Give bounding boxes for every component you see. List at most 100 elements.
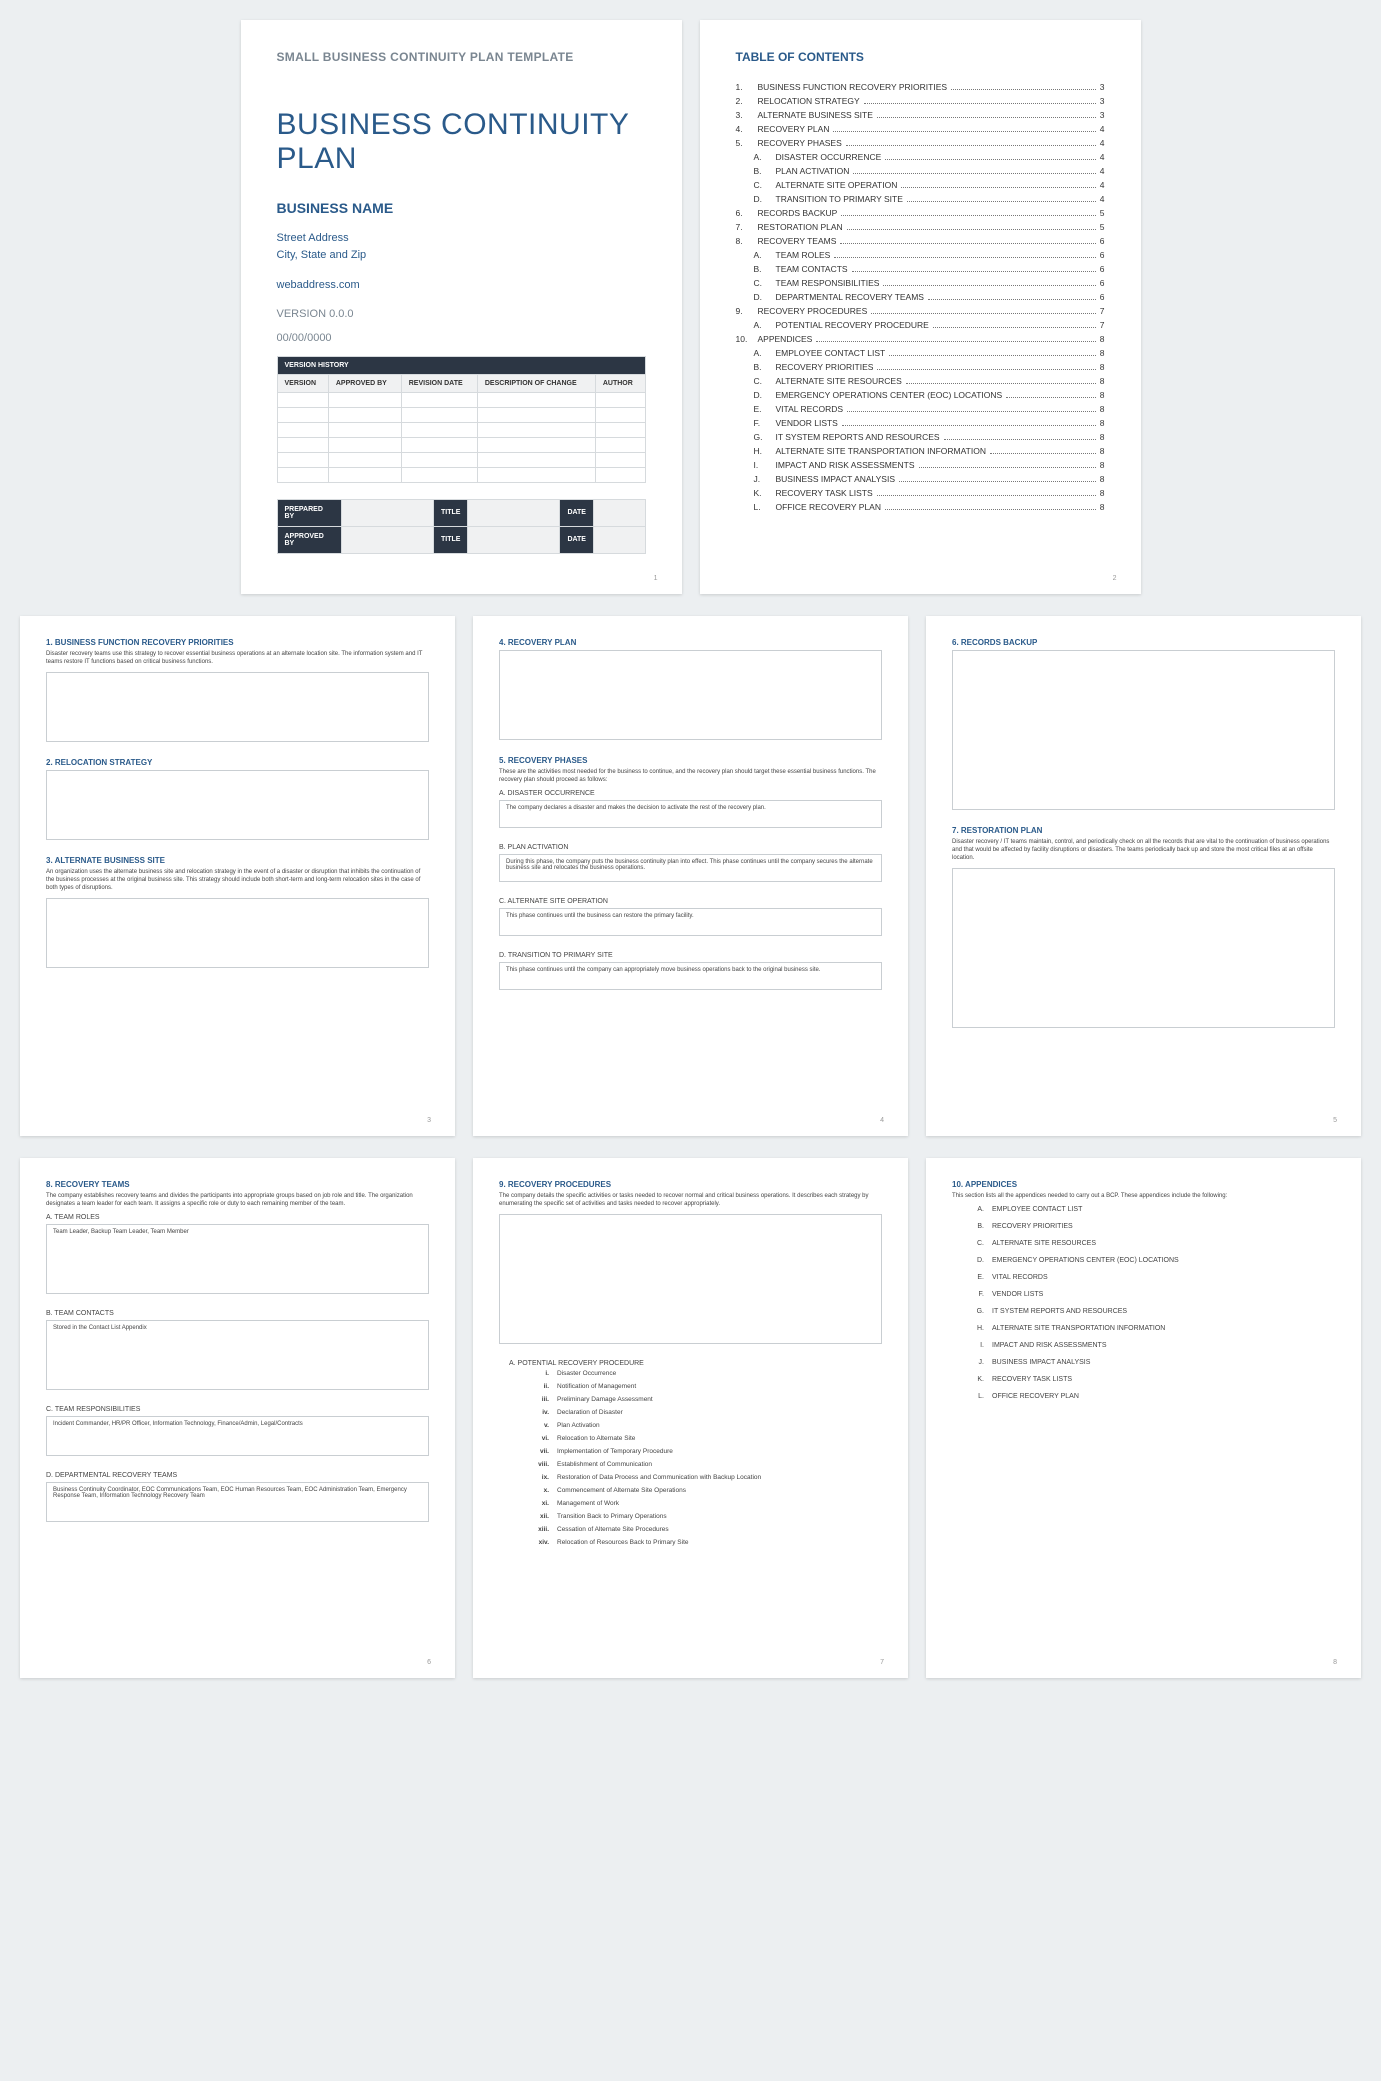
toc-subitem: B.TEAM CONTACTS6 xyxy=(754,264,1105,274)
list-index: ix. xyxy=(527,1474,549,1481)
appendix-item: G.IT SYSTEM REPORTS AND RESOURCES xyxy=(966,1308,1335,1315)
toc-label: RECOVERY PROCEDURES xyxy=(758,306,868,316)
toc-subitem: B.PLAN ACTIVATION4 xyxy=(754,166,1105,176)
toc-page: 8 xyxy=(1100,404,1105,414)
p7a-h: A. POTENTIAL RECOVERY PROCEDURE xyxy=(509,1360,882,1367)
toc-dots xyxy=(907,201,1096,202)
toc-index: H. xyxy=(754,446,776,456)
sec9-heading: 9. RECOVERY PROCEDURES xyxy=(499,1180,882,1189)
sec5-heading: 5. RECOVERY PHASES xyxy=(499,756,882,765)
toc-item: 6.RECORDS BACKUP5 xyxy=(736,208,1105,218)
sec1-heading: 1. BUSINESS FUNCTION RECOVERY PRIORITIES xyxy=(46,638,429,647)
toc-subitem: A.EMPLOYEE CONTACT LIST8 xyxy=(754,348,1105,358)
page-number: 6 xyxy=(427,1659,431,1666)
toc-index: 5. xyxy=(736,138,758,148)
toc-index: C. xyxy=(754,278,776,288)
appendix-item: J.BUSINESS IMPACT ANALYSIS xyxy=(966,1359,1335,1366)
vh-col-approved: APPROVED BY xyxy=(328,374,401,392)
toc-item: 10.APPENDICES8 xyxy=(736,334,1105,344)
toc-dots xyxy=(877,369,1095,370)
toc-label: RECOVERY PHASES xyxy=(758,138,842,148)
toc-index: G. xyxy=(754,432,776,442)
vh-col-revdate: REVISION DATE xyxy=(401,374,477,392)
procedure-item: xi. Management of Work xyxy=(527,1500,882,1507)
toc-page: 4 xyxy=(1100,138,1105,148)
toc-subitem: C.ALTERNATE SITE RESOURCES8 xyxy=(754,376,1105,386)
toc-dots xyxy=(885,159,1095,160)
toc-dots xyxy=(840,243,1095,244)
toc-heading: TABLE OF CONTENTS xyxy=(736,50,1105,64)
procedure-item: iv.Declaration of Disaster xyxy=(527,1409,882,1416)
toc-page: 8 xyxy=(1100,390,1105,400)
toc-dots xyxy=(847,411,1096,412)
toc-page: 4 xyxy=(1100,152,1105,162)
toc-dots xyxy=(853,173,1095,174)
toc-label: ALTERNATE SITE OPERATION xyxy=(776,180,898,190)
procedure-item: vi.Relocation to Alternate Site xyxy=(527,1435,882,1442)
toc-index: K. xyxy=(754,488,776,498)
sec3-box xyxy=(46,898,429,968)
toc-page: 5 xyxy=(1100,208,1105,218)
toc-label: OFFICE RECOVERY PLAN xyxy=(776,502,882,512)
sec8-text: The company establishes recovery teams a… xyxy=(46,1192,429,1208)
list-text: Transition Back to Primary Operations xyxy=(557,1513,667,1520)
toc-dots xyxy=(906,383,1096,384)
page-number: 1 xyxy=(654,575,658,582)
toc-label: RECOVERY PRIORITIES xyxy=(776,362,874,372)
toc-page: 6 xyxy=(1100,278,1105,288)
list-index: B. xyxy=(966,1223,984,1230)
appendix-item: K.RECOVERY TASK LISTS xyxy=(966,1376,1335,1383)
procedure-item: iii.Preliminary Damage Assessment xyxy=(527,1396,882,1403)
list-index: iv. xyxy=(527,1409,549,1416)
list-index: xii. xyxy=(527,1513,549,1520)
appendix-item: I.IMPACT AND RISK ASSESSMENTS xyxy=(966,1342,1335,1349)
p4d-h: D. TRANSITION TO PRIMARY SITE xyxy=(499,952,882,959)
toc-item: 2.RELOCATION STRATEGY3 xyxy=(736,96,1105,106)
toc-page: 8 xyxy=(1100,460,1105,470)
page-7: 9. RECOVERY PROCEDURES The company detai… xyxy=(473,1158,908,1678)
toc-page: 8 xyxy=(1100,348,1105,358)
toc-index: A. xyxy=(754,250,776,260)
list-text: Management of Work xyxy=(557,1500,619,1507)
list-index: vi. xyxy=(527,1435,549,1442)
toc-item: 9.RECOVERY PROCEDURES7 xyxy=(736,306,1105,316)
p4c-box: This phase continues until the business … xyxy=(499,908,882,936)
toc-dots xyxy=(852,271,1096,272)
sec6-box xyxy=(952,650,1335,810)
toc-index: L. xyxy=(754,502,776,512)
toc-subitem: D.EMERGENCY OPERATIONS CENTER (EOC) LOCA… xyxy=(754,390,1105,400)
toc-dots xyxy=(885,509,1096,510)
toc-label: PLAN ACTIVATION xyxy=(776,166,850,176)
toc-subitem: E.VITAL RECORDS8 xyxy=(754,404,1105,414)
toc-dots xyxy=(833,131,1095,132)
toc-dots xyxy=(944,439,1096,440)
toc-page: 8 xyxy=(1100,362,1105,372)
sec3-heading: 3. ALTERNATE BUSINESS SITE xyxy=(46,856,429,865)
toc-index: F. xyxy=(754,418,776,428)
list-index: xi. xyxy=(527,1500,549,1507)
list-index: v. xyxy=(527,1422,549,1429)
toc-label: TEAM CONTACTS xyxy=(776,264,848,274)
toc-dots xyxy=(864,103,1096,104)
list-text: IMPACT AND RISK ASSESSMENTS xyxy=(992,1342,1107,1349)
page-number: 8 xyxy=(1333,1659,1337,1666)
vh-col-desc: DESCRIPTION OF CHANGE xyxy=(477,374,595,392)
toc-page: 4 xyxy=(1100,166,1105,176)
p4a-box: The company declares a disaster and make… xyxy=(499,800,882,828)
toc-page: 8 xyxy=(1100,432,1105,442)
toc-page: 6 xyxy=(1100,236,1105,246)
toc-index: A. xyxy=(754,320,776,330)
toc-label: DEPARTMENTAL RECOVERY TEAMS xyxy=(776,292,924,302)
appendix-list: A.EMPLOYEE CONTACT LISTB.RECOVERY PRIORI… xyxy=(966,1206,1335,1400)
toc-dots xyxy=(990,453,1096,454)
list-text: Relocation of Resources Back to Primary … xyxy=(557,1539,689,1546)
list-text: ALTERNATE SITE TRANSPORTATION INFORMATIO… xyxy=(992,1325,1165,1332)
toc-label: RECORDS BACKUP xyxy=(758,208,838,218)
date-label: 00/00/0000 xyxy=(277,332,646,344)
toc-subitem: J.BUSINESS IMPACT ANALYSIS8 xyxy=(754,474,1105,484)
toc-index: A. xyxy=(754,152,776,162)
page-8: 10. APPENDICES This section lists all th… xyxy=(926,1158,1361,1678)
list-text: IT SYSTEM REPORTS AND RESOURCES xyxy=(992,1308,1127,1315)
toc-label: VENDOR LISTS xyxy=(776,418,838,428)
appendix-item: D.EMERGENCY OPERATIONS CENTER (EOC) LOCA… xyxy=(966,1257,1335,1264)
